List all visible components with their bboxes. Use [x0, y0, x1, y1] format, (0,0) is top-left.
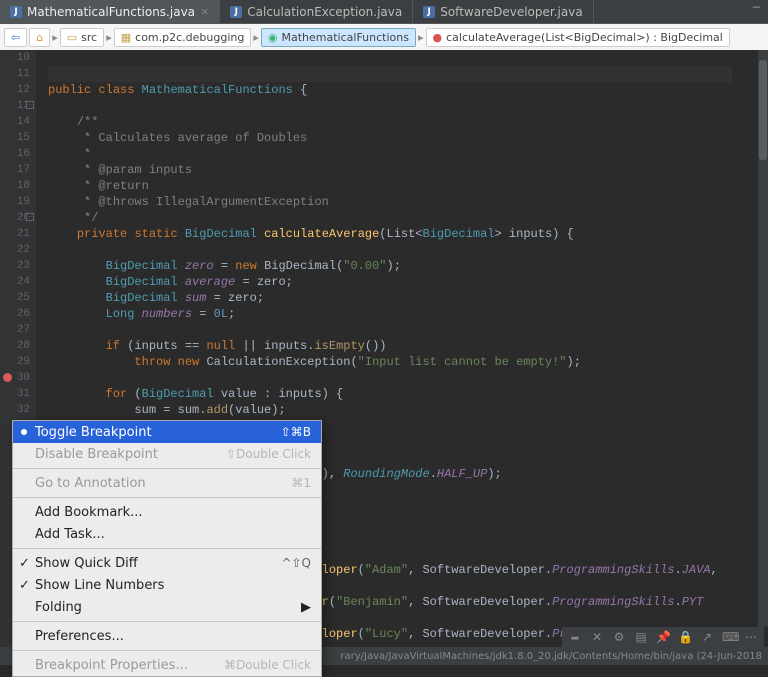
menu-separator — [13, 621, 321, 622]
tab-calculation-exception[interactable]: J CalculationException.java — [220, 0, 413, 23]
bottom-toolbar: ▬ ✕ ⚙ ▤ 📌 🔒 ↗ ⌨ ⋯ — [562, 627, 764, 647]
export-icon[interactable]: ↗ — [700, 630, 714, 645]
java-file-icon: J — [230, 6, 242, 18]
menu-separator — [13, 650, 321, 651]
menu-show-quick-diff[interactable]: ✓ Show Quick Diff ^⇧Q — [13, 552, 321, 574]
menu-go-to-annotation: Go to Annotation ⌘1 — [13, 472, 321, 494]
menu-separator — [13, 497, 321, 498]
breadcrumb-home[interactable]: ⌂ — [29, 28, 50, 47]
tab-label: MathematicalFunctions.java — [27, 5, 195, 19]
gutter-context-menu: Toggle Breakpoint ⇧⌘B Disable Breakpoint… — [12, 420, 322, 677]
menu-folding[interactable]: Folding ▶ — [13, 596, 321, 618]
menu-show-line-numbers[interactable]: ✓ Show Line Numbers — [13, 574, 321, 596]
editor-tab-bar: J MathematicalFunctions.java × J Calcula… — [0, 0, 768, 24]
breadcrumb-method[interactable]: ●calculateAverage(List<BigDecimal>) : Bi… — [426, 28, 730, 47]
chevron-right-icon: ▸ — [253, 31, 259, 44]
chevron-right-icon: ▸ — [418, 31, 424, 44]
breadcrumb-class[interactable]: ◉MathematicalFunctions — [261, 28, 416, 47]
breakpoint-icon[interactable] — [3, 373, 12, 382]
close-all-icon[interactable]: ✕ — [590, 630, 604, 645]
tab-label: CalculationException.java — [247, 5, 402, 19]
breadcrumb-src[interactable]: ▭src — [60, 28, 104, 47]
lock-icon[interactable]: 🔒 — [678, 630, 692, 645]
fold-icon[interactable]: – — [26, 213, 34, 221]
breadcrumb-package[interactable]: ▦com.p2c.debugging — [114, 28, 252, 47]
terminal-icon[interactable]: ⌨ — [722, 630, 736, 645]
remove-icon[interactable]: ▬ — [568, 630, 582, 644]
tab-mathematical-functions[interactable]: J MathematicalFunctions.java × — [0, 0, 220, 23]
menu-breakpoint-properties: Breakpoint Properties... ⌘Double Click — [13, 654, 321, 676]
minimize-icon[interactable]: — — [745, 0, 768, 23]
menu-toggle-breakpoint[interactable]: Toggle Breakpoint ⇧⌘B — [13, 421, 321, 443]
menu-separator — [13, 468, 321, 469]
java-file-icon: J — [10, 6, 22, 18]
tab-label: SoftwareDeveloper.java — [440, 5, 582, 19]
chevron-right-icon: ▸ — [52, 31, 58, 44]
submenu-arrow-icon: ▶ — [301, 600, 311, 615]
tab-software-developer[interactable]: J SoftwareDeveloper.java — [413, 0, 593, 23]
fold-icon[interactable]: – — [26, 101, 34, 109]
vertical-scrollbar[interactable] — [758, 50, 768, 627]
breadcrumb: ⇦ ⌂ ▸ ▭src ▸ ▦com.p2c.debugging ▸ ◉Mathe… — [0, 24, 768, 50]
status-path: rary/Java/JavaVirtualMachines/jdk1.8.0_2… — [340, 651, 762, 662]
console-icon[interactable]: ▤ — [634, 630, 648, 645]
menu-disable-breakpoint: Disable Breakpoint ⇧Double Click — [13, 443, 321, 465]
check-icon: ✓ — [19, 578, 30, 593]
close-icon[interactable]: × — [200, 5, 209, 18]
scrollbar-thumb[interactable] — [759, 60, 767, 160]
breadcrumb-back[interactable]: ⇦ — [4, 28, 27, 47]
chevron-right-icon: ▸ — [106, 31, 112, 44]
more-icon[interactable]: ⋯ — [744, 630, 758, 645]
check-icon: ✓ — [19, 556, 30, 571]
filter-icon[interactable]: ⚙ — [612, 630, 626, 645]
breakpoint-dot-icon — [21, 429, 27, 435]
menu-add-task[interactable]: Add Task... — [13, 523, 321, 545]
menu-add-bookmark[interactable]: Add Bookmark... — [13, 501, 321, 523]
pin-icon[interactable]: 📌 — [656, 630, 670, 645]
menu-separator — [13, 548, 321, 549]
java-file-icon: J — [423, 6, 435, 18]
menu-preferences[interactable]: Preferences... — [13, 625, 321, 647]
